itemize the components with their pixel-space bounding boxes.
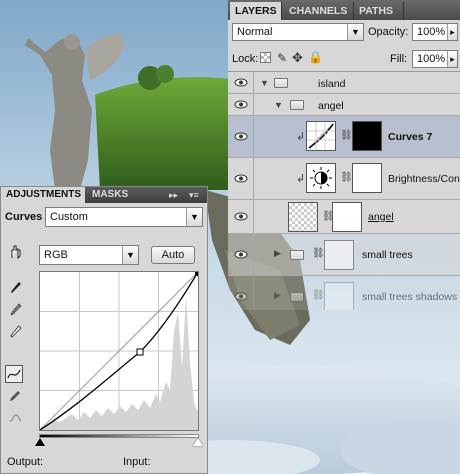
layer-name: angel [368, 211, 394, 223]
layer-row-small-trees[interactable]: ▶ ⛓ small trees [228, 234, 460, 276]
chain-link-icon[interactable]: ⛓ [312, 290, 325, 301]
curves-graph[interactable] [39, 271, 199, 431]
eyedropper-black-icon[interactable] [7, 279, 25, 297]
curve-point-tool-icon[interactable] [5, 365, 23, 383]
layer-mask-thumbnail[interactable] [352, 163, 382, 193]
blend-mode-select[interactable]: Normal ▼ [232, 23, 364, 41]
layer-mask-thumbnail[interactable] [324, 282, 354, 310]
adjustments-panel: ADJUSTMENTS MASKS ▸▸ ▾≡ Curves Custom ▼ … [0, 186, 208, 474]
clip-arrow-icon: ↲ [296, 131, 306, 143]
tab-paths[interactable]: PATHS [354, 2, 404, 20]
layers-panel: LAYERS CHANNELS PATHS Normal ▼ Opacity: … [228, 0, 460, 310]
chevron-down-icon: ▼ [186, 208, 202, 226]
eye-icon[interactable] [228, 200, 254, 233]
tab-masks[interactable]: MASKS [87, 187, 133, 203]
panel-menu-button[interactable]: ▾≡ [189, 189, 199, 201]
fill-input[interactable]: 100% ▸ [412, 50, 458, 68]
layer-name: small trees shadows [362, 291, 458, 303]
black-point-slider[interactable] [35, 438, 45, 446]
channel-select[interactable]: RGB ▼ [39, 245, 139, 265]
layer-row-angel-group[interactable]: ▼ angel [228, 94, 460, 116]
curve-point [136, 348, 144, 356]
layer-row-brightness-contrast[interactable]: ↲ ⛓ Brightness/Cont [228, 158, 460, 200]
channel-value: RGB [44, 249, 68, 261]
folder-icon [290, 100, 304, 110]
eye-icon[interactable] [228, 158, 254, 199]
tab-adjustments[interactable]: ADJUSTMENTS [1, 187, 85, 203]
fill-label: Fill: [390, 53, 408, 65]
eye-icon[interactable] [228, 94, 254, 115]
layer-name: small trees [362, 249, 413, 261]
lock-label: Lock: [232, 53, 259, 65]
opacity-value: 100% [417, 26, 446, 38]
layer-name: Curves 7 [388, 131, 433, 143]
input-gradient-bar [39, 434, 199, 438]
layer-row-island[interactable]: ▼ island [228, 72, 460, 94]
input-label: Input: [123, 456, 151, 468]
chevron-right-icon: ▸ [447, 24, 457, 40]
layer-row-curves-7[interactable]: ↲ ⛓ Curves 7 [228, 116, 460, 158]
panel-collapse-button[interactable]: ▸▸ [169, 189, 178, 201]
opacity-label: Opacity: [368, 26, 409, 38]
tab-layers[interactable]: LAYERS [230, 2, 282, 20]
expand-triangle-icon[interactable]: ▶ [274, 248, 281, 259]
lock-image-icon[interactable]: ✎ [277, 51, 287, 65]
layer-name: island [318, 78, 346, 90]
expand-triangle-icon[interactable]: ▼ [274, 100, 283, 110]
lock-all-icon[interactable]: 🔒 [308, 50, 323, 64]
lock-position-icon[interactable]: ✥ [292, 50, 303, 66]
smooth-icon[interactable] [6, 409, 24, 427]
fill-value: 100% [417, 53, 446, 65]
chain-link-icon[interactable]: ⛓ [312, 248, 325, 259]
layer-thumbnail [288, 202, 318, 232]
preset-select[interactable]: Custom ▼ [45, 207, 203, 227]
eye-icon[interactable] [228, 276, 254, 310]
layer-mask-thumbnail[interactable] [352, 121, 382, 151]
layer-row-small-trees-shadows[interactable]: ▶ ⛓ small trees shadows [228, 276, 460, 310]
layer-mask-thumbnail[interactable] [332, 202, 362, 232]
clip-arrow-icon: ↲ [296, 173, 306, 185]
white-point-slider[interactable] [193, 438, 203, 446]
blend-mode-value: Normal [237, 26, 273, 38]
eyedropper-white-icon[interactable] [7, 323, 25, 341]
auto-button[interactable]: Auto [151, 246, 195, 264]
layer-name: Brightness/Cont [388, 173, 460, 185]
preset-value: Custom [50, 211, 88, 223]
folder-icon [290, 250, 304, 260]
layers-tab-bar: LAYERS CHANNELS PATHS [228, 0, 460, 20]
curves-adjustment-icon [306, 121, 336, 151]
tab-channels[interactable]: CHANNELS [284, 2, 354, 20]
eye-icon[interactable] [228, 116, 254, 157]
eyedropper-gray-icon[interactable] [7, 301, 25, 319]
chain-link-icon[interactable]: ⛓ [340, 172, 353, 183]
chain-link-icon[interactable]: ⛓ [340, 130, 353, 141]
eye-icon[interactable] [228, 72, 254, 93]
folder-icon [290, 292, 304, 302]
hand-target-icon[interactable] [7, 243, 25, 261]
curve-endpoint-top [195, 272, 199, 276]
layer-row-angel[interactable]: ⛓ angel [228, 200, 460, 234]
chevron-right-icon: ▸ [447, 51, 457, 67]
layers-options: Normal ▼ Opacity: 100% ▸ Lock: ✎ ✥ 🔒 Fil… [228, 20, 460, 72]
layer-name: angel [318, 100, 344, 112]
brightness-contrast-icon [306, 163, 336, 193]
folder-icon [274, 78, 288, 88]
output-label: Output: [7, 456, 44, 468]
pencil-icon[interactable] [6, 387, 24, 405]
adjustments-tab-bar: ADJUSTMENTS MASKS ▸▸ ▾≡ [1, 187, 207, 203]
adjustment-title: Curves [5, 211, 43, 223]
expand-triangle-icon[interactable]: ▼ [260, 78, 269, 88]
expand-triangle-icon[interactable]: ▶ [274, 290, 281, 301]
opacity-input[interactable]: 100% ▸ [412, 23, 458, 41]
layer-mask-thumbnail[interactable] [324, 240, 354, 270]
chevron-down-icon: ▼ [347, 24, 363, 40]
eye-icon[interactable] [228, 234, 254, 275]
lock-transparency-icon[interactable] [260, 52, 271, 63]
chevron-down-icon: ▼ [122, 246, 138, 264]
